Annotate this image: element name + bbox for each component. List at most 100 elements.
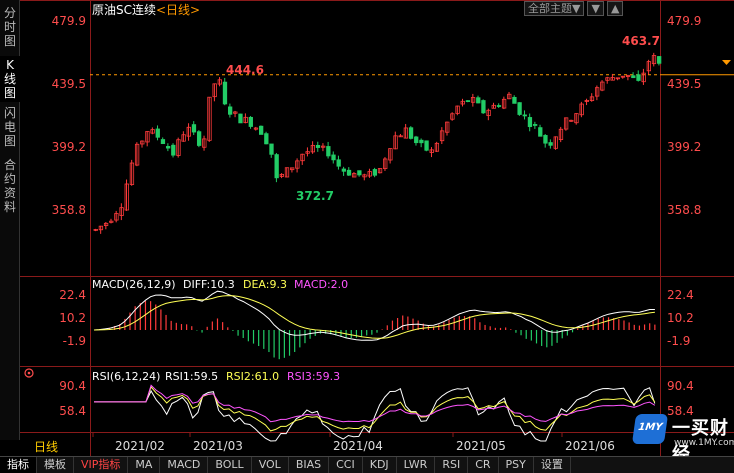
high-annotation: 463.7 <box>622 34 660 48</box>
macd-y-tick: -1.9 <box>63 334 86 348</box>
candle-body <box>341 168 347 172</box>
candle-body <box>631 75 636 79</box>
rsi-y-tick: 58.4 <box>59 404 86 418</box>
tab-vol[interactable]: VOL <box>252 457 289 473</box>
y-tick-right: 479.9 <box>667 14 701 28</box>
y-tick-left: 479.9 <box>52 14 86 28</box>
candle-body <box>543 135 548 144</box>
top-toolbar: 全部主题▼ ▼ ▲ <box>524 1 624 16</box>
theme-button[interactable]: 全部主题▼ <box>524 1 585 16</box>
x-date-label: 2021/06 <box>565 439 615 453</box>
peak-annotation: 444.6 <box>226 63 264 77</box>
candle-body <box>548 142 553 146</box>
candle-body <box>522 114 527 117</box>
period-label: <日线> <box>156 3 200 17</box>
candle-body <box>274 154 279 179</box>
y-tick-left: 399.2 <box>52 140 86 154</box>
candle-body <box>465 100 471 102</box>
rsi2-value: RSI2:61.0 <box>226 370 279 383</box>
candle-body <box>357 170 362 176</box>
candle-body <box>538 127 543 137</box>
candle-body <box>155 128 160 138</box>
candle-body <box>222 81 228 105</box>
candle-body <box>227 106 233 115</box>
tab-kdj[interactable]: KDJ <box>363 457 397 473</box>
macd-title: MACD(26,12,9) <box>92 278 176 291</box>
candle-body <box>496 105 502 107</box>
period-indicator[interactable]: 日线 <box>34 440 58 454</box>
rsi1-value: RSI1:59.5 <box>165 370 218 383</box>
y-tick-right: 439.5 <box>667 77 701 91</box>
settings-icon[interactable] <box>24 368 34 378</box>
instrument-title: 原油SC连续 <box>92 2 156 17</box>
price-marker-icon <box>722 60 731 65</box>
candle-body <box>160 139 166 145</box>
candle-body <box>326 146 331 157</box>
candle-body <box>424 140 429 151</box>
candle-body <box>481 100 486 114</box>
macd-panel <box>93 290 656 360</box>
candle-body <box>476 97 481 104</box>
scroll-down-button[interactable]: ▼ <box>587 1 604 16</box>
x-date-label: 2021/04 <box>333 439 383 453</box>
candle-body <box>408 127 414 139</box>
candle-body <box>165 146 171 149</box>
candle-body <box>512 96 517 104</box>
tab-macd[interactable]: MACD <box>160 457 209 473</box>
logo-url: www.1MY.com <box>674 438 734 448</box>
candle-body <box>517 102 522 115</box>
candle-body <box>196 131 202 146</box>
rsi-y-tick-right: 90.4 <box>667 379 694 393</box>
chart-area[interactable]: 原油SC连续 <日线> 479.9 439.5 399.2 358.8 479.… <box>0 0 734 456</box>
tab-cr[interactable]: CR <box>468 457 499 473</box>
candle-body <box>269 143 274 155</box>
tab-template[interactable]: 模板 <box>37 457 74 473</box>
candle-body <box>248 116 253 127</box>
macd-y-tick-right: 10.2 <box>667 311 694 325</box>
candle-body <box>264 133 269 145</box>
chart-frame <box>20 0 734 456</box>
tab-bias[interactable]: BIAS <box>289 457 330 473</box>
y-tick-left: 439.5 <box>52 77 86 91</box>
scroll-up-button[interactable]: ▲ <box>606 1 624 16</box>
candle-body <box>636 74 641 81</box>
indicator-tab-bar: 指标 模板 VIP指标 MA MACD BOLL VOL BIAS CCI KD… <box>0 456 734 473</box>
candle-body <box>657 56 662 64</box>
macd-y-tick: 22.4 <box>59 288 86 302</box>
rsi3-value: RSI3:59.3 <box>287 370 340 383</box>
x-date-label: 2021/02 <box>115 439 165 453</box>
macd-y-tick: 10.2 <box>59 311 86 325</box>
tab-rsi[interactable]: RSI <box>435 457 469 473</box>
dea-line <box>93 295 655 339</box>
tab-cci[interactable]: CCI <box>329 457 363 473</box>
candlestick-series <box>93 52 662 234</box>
logo-mark: 1MY <box>631 414 669 444</box>
x-date-label: 2021/03 <box>193 439 243 453</box>
candle-body <box>259 125 264 135</box>
tab-lwr[interactable]: LWR <box>397 457 436 473</box>
candle-body <box>527 117 533 128</box>
candle-body <box>331 154 336 161</box>
brand-logo: 1MY 一买财经 www.1MY.com <box>631 410 734 465</box>
candle-body <box>238 113 243 124</box>
y-tick-right: 358.8 <box>667 203 701 217</box>
low-annotation: 372.7 <box>296 189 334 203</box>
candle-body <box>315 144 321 148</box>
rsi1-line <box>94 387 656 442</box>
x-date-label: 2021/05 <box>456 439 506 453</box>
tab-psy[interactable]: PSY <box>499 457 534 473</box>
candle-body <box>346 169 352 176</box>
tab-indicator[interactable]: 指标 <box>0 457 37 473</box>
tab-settings[interactable]: 设置 <box>534 457 571 473</box>
rsi-title: RSI(6,12,24) <box>92 370 160 383</box>
tab-ma[interactable]: MA <box>128 457 161 473</box>
macd-y-tick-right: 22.4 <box>667 288 694 302</box>
candle-body <box>532 124 538 126</box>
macd-y-tick-right: -1.9 <box>667 334 690 348</box>
tab-vip-indicator[interactable]: VIP指标 <box>74 457 129 473</box>
rsi2-line <box>94 385 656 432</box>
tab-boll[interactable]: BOLL <box>208 457 252 473</box>
y-tick-left: 358.8 <box>52 203 86 217</box>
candle-body <box>171 144 176 156</box>
macd-dea: DEA:9.3 <box>243 278 287 291</box>
